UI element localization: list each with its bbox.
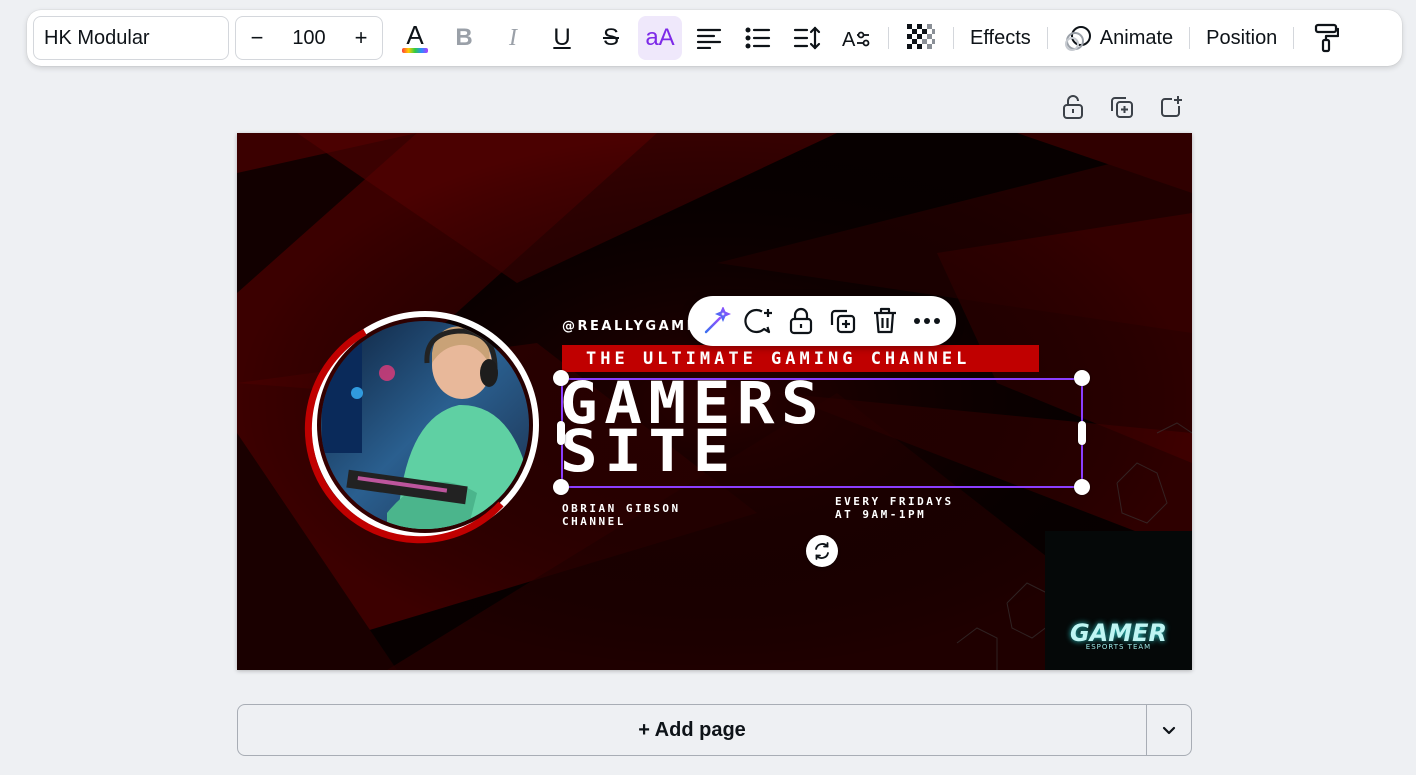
more-icon [914, 318, 940, 324]
resize-handle-bottom-right[interactable] [1074, 479, 1090, 495]
add-page-icon [1161, 96, 1182, 117]
channel-owner-text[interactable]: OBRIAN GIBSON CHANNEL [562, 502, 681, 528]
underline-button[interactable]: U [540, 16, 584, 60]
duplicate-element-button[interactable] [825, 303, 861, 339]
list-button[interactable] [736, 16, 780, 60]
font-size-increase-button[interactable]: + [352, 25, 370, 51]
add-page-bar: + Add page [237, 704, 1192, 756]
italic-icon: I [509, 24, 517, 51]
effects-label: Effects [970, 26, 1031, 49]
lock-page-button[interactable] [1058, 92, 1088, 122]
underline-icon: U [553, 24, 571, 51]
toolbar-divider [1046, 27, 1048, 49]
bold-icon: B [455, 24, 473, 51]
letter-case-icon: aA [645, 24, 675, 51]
magic-wand-icon [704, 307, 731, 334]
toolbar-divider [888, 27, 889, 49]
text-style-button[interactable]: A [834, 16, 878, 60]
lock-icon [789, 307, 813, 335]
transparency-button[interactable] [899, 16, 943, 60]
magic-edit-button[interactable] [699, 303, 735, 339]
text-toolbar: HK Modular − 100 + A B I U S aA A Effect… [27, 10, 1402, 66]
design-canvas[interactable]: @REALLYGAMER THE ULTIMATE GAMING CHANNEL… [237, 133, 1192, 670]
add-page-options-button[interactable] [1146, 705, 1191, 755]
paint-roller-icon [1315, 23, 1340, 53]
svg-text:A: A [842, 29, 856, 50]
lock-icon [1063, 95, 1083, 119]
resize-handle-top-right[interactable] [1074, 370, 1090, 386]
transparency-icon [907, 24, 935, 49]
duplicate-icon [830, 309, 856, 334]
delete-element-button[interactable] [867, 303, 903, 339]
strikethrough-button[interactable]: S [589, 16, 633, 60]
position-button[interactable]: Position [1200, 16, 1283, 60]
copy-style-button[interactable] [1304, 16, 1348, 60]
add-page-label: + Add page [638, 718, 746, 741]
lock-element-button[interactable] [783, 303, 819, 339]
animate-label: Animate [1099, 26, 1174, 49]
bold-button[interactable]: B [442, 16, 486, 60]
spacing-button[interactable] [785, 16, 829, 60]
more-options-button[interactable] [909, 303, 945, 339]
chevron-down-icon [1162, 726, 1176, 734]
font-size-control: − 100 + [235, 16, 383, 60]
rotate-handle[interactable] [806, 535, 838, 567]
font-size-decrease-button[interactable]: − [248, 25, 266, 51]
resize-handle-left[interactable] [557, 421, 565, 445]
resize-handle-right[interactable] [1078, 421, 1086, 445]
toolbar-divider [1293, 27, 1295, 49]
animate-icon [1064, 26, 1091, 51]
tagline-text: THE ULTIMATE GAMING CHANNEL [586, 348, 971, 369]
line-spacing-icon [793, 26, 821, 50]
esports-logo[interactable]: GAMER ESPORTS TEAM [1045, 531, 1192, 670]
font-family-select[interactable]: HK Modular [33, 16, 229, 60]
channel-owner-line-1: OBRIAN GIBSON [562, 502, 681, 515]
bullet-list-icon [745, 27, 771, 49]
add-page-above-button[interactable] [1156, 92, 1186, 122]
letter-case-button[interactable]: aA [638, 16, 682, 60]
duplicate-page-button[interactable] [1107, 92, 1137, 122]
svg-text:A: A [406, 21, 424, 50]
schedule-line-1: EVERY FRIDAYS [835, 495, 954, 508]
resize-handle-bottom-left[interactable] [553, 479, 569, 495]
italic-button[interactable]: I [491, 16, 535, 60]
animate-button[interactable]: Animate [1058, 16, 1179, 60]
resize-handle-top-left[interactable] [553, 370, 569, 386]
logo-subtitle: ESPORTS TEAM [1085, 643, 1152, 651]
position-label: Position [1206, 26, 1278, 49]
trash-icon [874, 307, 896, 334]
strikethrough-icon: S [602, 24, 619, 51]
font-family-value: HK Modular [44, 26, 150, 49]
schedule-line-2: AT 9AM-1PM [835, 508, 927, 521]
font-size-value[interactable]: 100 [292, 27, 325, 50]
effects-button[interactable]: Effects [964, 16, 1037, 60]
text-color-icon: A [402, 21, 428, 53]
text-color-button[interactable]: A [393, 16, 437, 60]
toolbar-divider [1189, 27, 1191, 49]
selection-box [561, 378, 1083, 488]
add-comment-button[interactable] [741, 303, 777, 339]
schedule-text[interactable]: EVERY FRIDAYS AT 9AM-1PM [835, 495, 954, 521]
align-button[interactable] [687, 16, 731, 60]
text-settings-icon: A [842, 29, 870, 50]
toolbar-divider [953, 27, 954, 49]
duplicate-icon [1111, 97, 1133, 118]
comment-add-icon [744, 308, 772, 334]
rotate-icon [815, 542, 829, 560]
channel-owner-line-2: CHANNEL [562, 515, 626, 528]
element-context-menu [688, 296, 956, 346]
add-page-button[interactable]: + Add page [238, 705, 1146, 755]
tagline-banner[interactable]: THE ULTIMATE GAMING CHANNEL [562, 345, 1039, 372]
align-left-icon [696, 28, 722, 49]
page-actions [1058, 92, 1186, 122]
